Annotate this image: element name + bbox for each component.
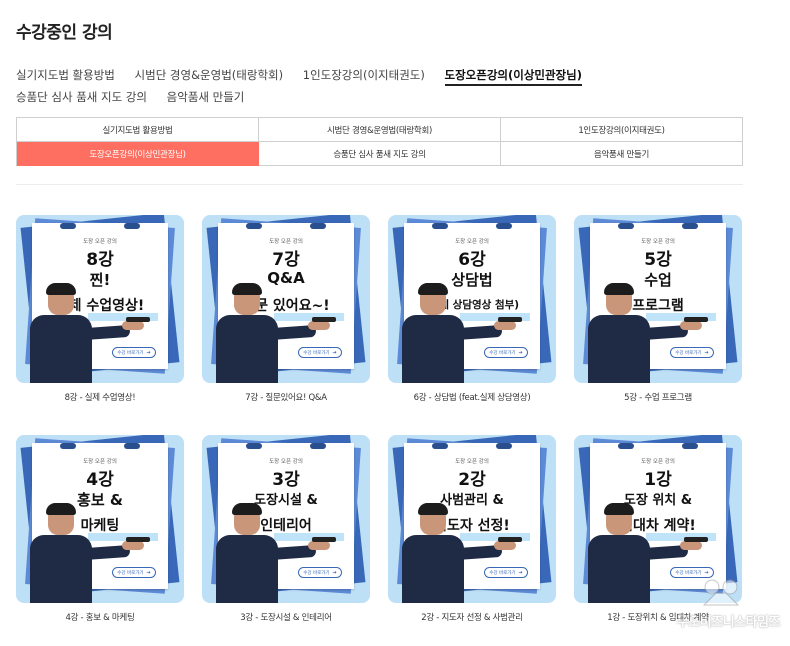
tab-course-2[interactable]: 시범단 경영&운영법(태랑학회) <box>135 64 284 86</box>
instructor-figure-icon <box>402 283 522 383</box>
course-card[interactable]: 도장 오픈 강의7강Q&A질문 있어요~!수강 바로가기7강 - 질문있어요! … <box>202 215 370 403</box>
course-thumbnail[interactable]: 도장 오픈 강의 4강 홍보 & 마케팅 수강 바로가기 <box>16 435 184 603</box>
thumbnail-watch-button: 수강 바로가기 <box>298 567 342 578</box>
course-card[interactable]: 도장 오픈 강의3강도장시설 &인테리어수강 바로가기3강 - 도장시설 & 인… <box>202 435 370 623</box>
instructor-figure-icon <box>30 283 150 383</box>
binder-ring-icon <box>310 443 326 449</box>
thumbnail-badge: 도장 오픈 강의 <box>641 459 675 465</box>
course-card[interactable]: 도장 오픈 강의2강사범관리 &지도자 선정!수강 바로가기2강 - 지도자 선… <box>388 435 556 623</box>
thumbnail-badge: 도장 오픈 강의 <box>455 459 489 465</box>
course-thumbnail[interactable]: 도장 오픈 강의 5강 수업 프로그램 수강 바로가기 <box>574 215 742 383</box>
course-caption[interactable]: 6강 - 상담법 (feat.실제 상담영상) <box>388 391 556 403</box>
binder-ring-icon <box>618 443 634 449</box>
course-card[interactable]: 도장 오픈 강의8강찐!실제 수업영상!수강 바로가기8강 - 실제 수업영상! <box>16 215 184 403</box>
instructor-figure-icon <box>402 503 522 603</box>
course-grid-menu: 실기지도법 활용방법 시범단 경영&운영법(태랑학회) 1인도장강의(이지태권도… <box>16 117 743 166</box>
watermark-logo-icon <box>702 579 740 606</box>
instructor-figure-icon <box>216 283 336 383</box>
thumbnail-watch-button: 수강 바로가기 <box>112 347 156 358</box>
course-thumbnail[interactable]: 도장 오픈 강의 2강 사범관리 & 지도자 선정! 수강 바로가기 <box>388 435 556 603</box>
course-caption[interactable]: 8강 - 실제 수업영상! <box>16 391 184 403</box>
binder-ring-icon <box>682 223 698 229</box>
course-thumbnail[interactable]: 도장 오픈 강의 3강 도장시설 & 인테리어 수강 바로가기 <box>202 435 370 603</box>
grid-menu-item-6[interactable]: 음악품새 만들기 <box>501 142 743 166</box>
thumbnail-badge: 도장 오픈 강의 <box>269 239 303 245</box>
lesson-number: 3강 <box>272 470 300 490</box>
page-title: 수강중인 강의 <box>16 23 113 43</box>
binder-ring-icon <box>496 443 512 449</box>
thumbnail-watch-button: 수강 바로가기 <box>484 347 528 358</box>
tab-course-1[interactable]: 실기지도법 활용방법 <box>16 64 115 86</box>
divider <box>16 184 743 185</box>
binder-ring-icon <box>618 223 634 229</box>
grid-menu-item-3[interactable]: 1인도장강의(이지태권도) <box>501 118 743 142</box>
grid-menu-item-5[interactable]: 승품단 심사 품새 지도 강의 <box>259 142 501 166</box>
thumbnail-badge: 도장 오픈 강의 <box>269 459 303 465</box>
binder-ring-icon <box>124 443 140 449</box>
binder-ring-icon <box>496 223 512 229</box>
binder-ring-icon <box>432 223 448 229</box>
watermark-text: 무도비즈니스타임즈 <box>676 615 781 630</box>
grid-menu-item-4[interactable]: 도장오픈강의(이상민관장님) <box>17 142 259 166</box>
binder-ring-icon <box>432 443 448 449</box>
grid-menu-item-1[interactable]: 실기지도법 활용방법 <box>17 118 259 142</box>
course-card[interactable]: 도장 오픈 강의5강수업프로그램수강 바로가기5강 - 수업 프로그램 <box>574 215 742 403</box>
tab-course-6[interactable]: 음악품새 만들기 <box>167 86 245 108</box>
lesson-number: 8강 <box>86 250 114 270</box>
binder-ring-icon <box>60 443 76 449</box>
course-card[interactable]: 도장 오픈 강의4강홍보 &마케팅수강 바로가기4강 - 홍보 & 마케팅 <box>16 435 184 623</box>
course-tabs: 실기지도법 활용방법 시범단 경영&운영법(태랑학회) 1인도장강의(이지태권도… <box>16 64 736 108</box>
binder-ring-icon <box>246 223 262 229</box>
lesson-number: 2강 <box>458 470 486 490</box>
tab-course-3[interactable]: 1인도장강의(이지태권도) <box>303 64 425 86</box>
binder-ring-icon <box>682 443 698 449</box>
course-thumbnail[interactable]: 도장 오픈 강의 6강 상담법 (실제 상담영상 첨부) 수강 바로가기 <box>388 215 556 383</box>
course-caption[interactable]: 4강 - 홍보 & 마케팅 <box>16 611 184 623</box>
binder-ring-icon <box>124 223 140 229</box>
binder-ring-icon <box>246 443 262 449</box>
course-card[interactable]: 도장 오픈 강의6강상담법(실제 상담영상 첨부)수강 바로가기6강 - 상담법… <box>388 215 556 403</box>
instructor-figure-icon <box>30 503 150 603</box>
lesson-number: 6강 <box>458 250 486 270</box>
instructor-figure-icon <box>588 503 708 603</box>
course-thumbnail[interactable]: 도장 오픈 강의 7강 Q&A 질문 있어요~! 수강 바로가기 <box>202 215 370 383</box>
thumbnail-badge: 도장 오픈 강의 <box>455 239 489 245</box>
thumbnail-watch-button: 수강 바로가기 <box>484 567 528 578</box>
lesson-number: 1강 <box>644 470 672 490</box>
course-caption[interactable]: 3강 - 도장시설 & 인테리어 <box>202 611 370 623</box>
thumbnail-watch-button: 수강 바로가기 <box>298 347 342 358</box>
binder-ring-icon <box>310 223 326 229</box>
thumbnail-badge: 도장 오픈 강의 <box>83 459 117 465</box>
tab-course-5[interactable]: 승품단 심사 품새 지도 강의 <box>16 86 147 108</box>
thumbnail-watch-button: 수강 바로가기 <box>670 347 714 358</box>
tab-course-4[interactable]: 도장오픈강의(이상민관장님) <box>444 66 582 86</box>
instructor-figure-icon <box>588 283 708 383</box>
course-caption[interactable]: 2강 - 지도자 선정 & 사범관리 <box>388 611 556 623</box>
lesson-number: 7강 <box>272 250 300 270</box>
lesson-number: 5강 <box>644 250 672 270</box>
thumbnail-badge: 도장 오픈 강의 <box>83 239 117 245</box>
course-thumbnail[interactable]: 도장 오픈 강의 8강 찐! 실제 수업영상! 수강 바로가기 <box>16 215 184 383</box>
binder-ring-icon <box>60 223 76 229</box>
grid-menu-item-2[interactable]: 시범단 경영&운영법(태랑학회) <box>259 118 501 142</box>
thumbnail-badge: 도장 오픈 강의 <box>641 239 675 245</box>
thumbnail-watch-button: 수강 바로가기 <box>112 567 156 578</box>
lesson-number: 4강 <box>86 470 114 490</box>
instructor-figure-icon <box>216 503 336 603</box>
course-caption[interactable]: 7강 - 질문있어요! Q&A <box>202 391 370 403</box>
course-caption[interactable]: 5강 - 수업 프로그램 <box>574 391 742 403</box>
watermark: 무도비즈니스타임즈 <box>676 577 781 630</box>
